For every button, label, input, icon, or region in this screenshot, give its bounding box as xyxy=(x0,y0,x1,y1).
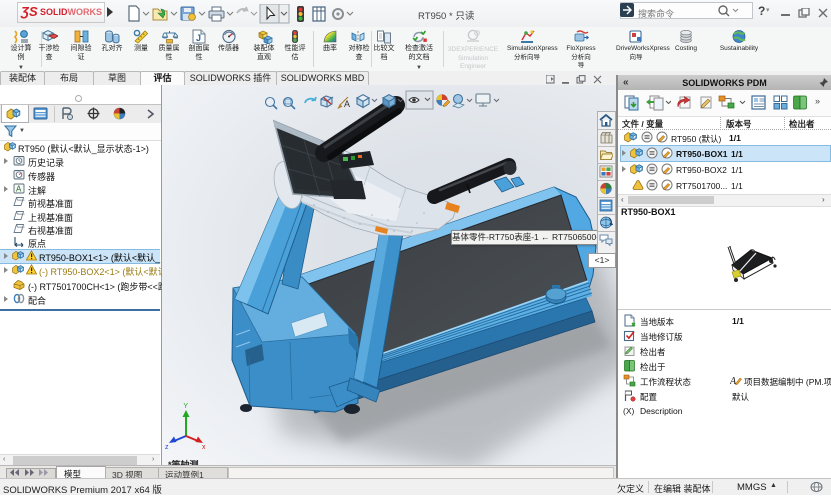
svg-text:A: A xyxy=(344,99,350,109)
svg-text:x: x xyxy=(202,444,206,451)
svg-text:A: A xyxy=(16,185,22,194)
svg-text:z: z xyxy=(165,444,169,451)
svg-text:Y: Y xyxy=(183,403,188,410)
svg-text:J: J xyxy=(196,33,201,43)
